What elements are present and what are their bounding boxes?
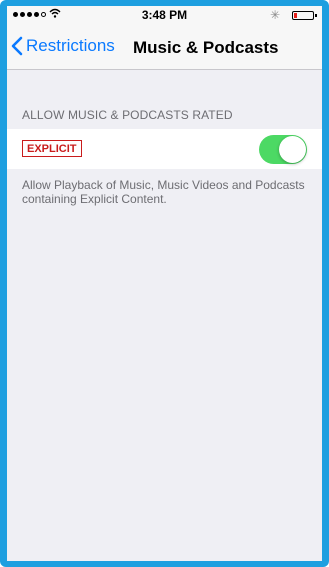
navigation-bar: Restrictions Music & Podcasts [7,26,322,70]
explicit-toggle[interactable] [259,135,307,164]
section-header: ALLOW MUSIC & PODCASTS RATED [22,108,233,122]
section-footer: Allow Playback of Music, Music Videos an… [22,178,305,206]
page-title: Music & Podcasts [133,38,279,57]
screen: 3:48 PM ✳ Restrictions Music & Podcasts … [7,6,322,561]
status-bar: 3:48 PM ✳ [7,6,322,26]
explicit-setting-row: EXPLICIT [7,129,322,169]
toggle-knob [279,136,306,163]
explicit-badge: EXPLICIT [22,140,82,157]
bluetooth-icon: ✳ [269,8,280,22]
back-button[interactable]: Restrictions [11,36,115,56]
back-button-label: Restrictions [26,36,115,55]
chevron-left-icon [11,36,23,56]
battery-icon [292,11,317,20]
device-frame: 3:48 PM ✳ Restrictions Music & Podcasts … [0,0,329,567]
